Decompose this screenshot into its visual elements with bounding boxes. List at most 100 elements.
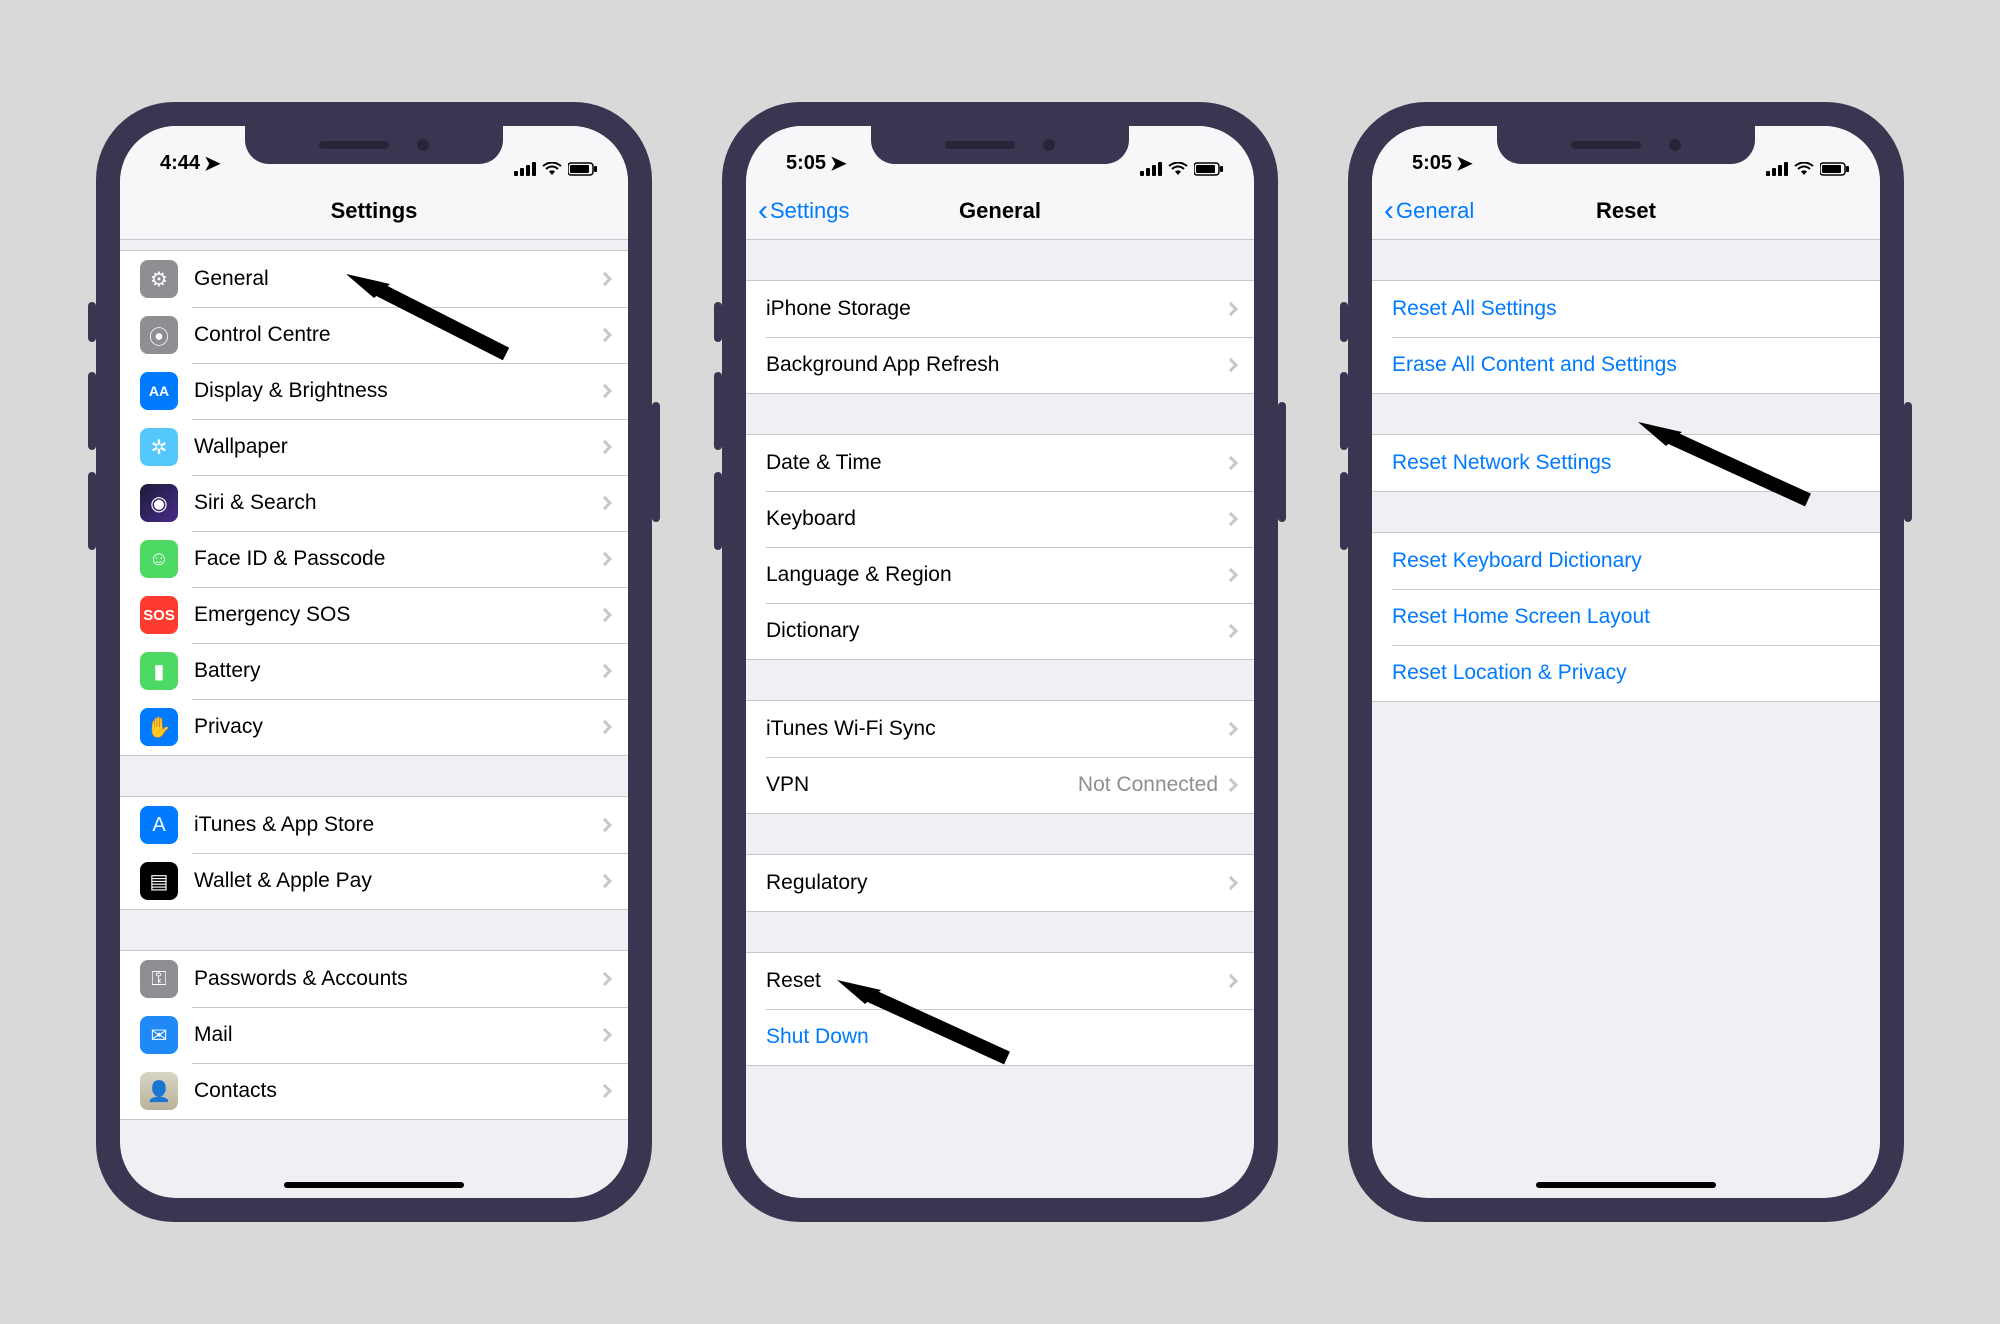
settings-row[interactable]: Erase All Content and Settings — [1372, 337, 1880, 393]
row-label: Reset All Settings — [1392, 297, 1862, 321]
battery-icon — [568, 162, 598, 176]
settings-row[interactable]: ▮Battery — [120, 643, 628, 699]
settings-row[interactable]: Language & Region — [746, 547, 1254, 603]
status-time: 5:05 — [1412, 152, 1452, 175]
mute-switch[interactable] — [714, 302, 722, 342]
location-icon: ➤ — [1456, 151, 1473, 176]
phone-settings: 4:44 ➤ Settings ⚙︎General⦿Control Centre… — [96, 102, 652, 1222]
chevron-right-icon — [1224, 512, 1238, 526]
settings-row[interactable]: Keyboard — [746, 491, 1254, 547]
notch — [1497, 126, 1755, 164]
settings-row[interactable]: iTunes Wi-Fi Sync — [746, 701, 1254, 757]
flower-icon: ✲ — [140, 428, 178, 466]
mute-switch[interactable] — [88, 302, 96, 342]
location-icon: ➤ — [204, 151, 221, 176]
chevron-right-icon — [598, 1028, 612, 1042]
back-button[interactable]: ‹ Settings — [758, 196, 850, 226]
settings-row[interactable]: Regulatory — [746, 855, 1254, 911]
settings-row[interactable]: Reset Keyboard Dictionary — [1372, 533, 1880, 589]
row-label: Reset Home Screen Layout — [1392, 605, 1862, 629]
volume-up-button[interactable] — [1340, 372, 1348, 450]
settings-row[interactable]: ⚙︎ General — [120, 251, 628, 307]
settings-row[interactable]: ✋ Privacy — [120, 699, 628, 755]
settings-row[interactable]: VPNNot Connected — [746, 757, 1254, 813]
settings-row[interactable]: ▤Wallet & Apple Pay — [120, 853, 628, 909]
settings-row[interactable]: AADisplay & Brightness — [120, 363, 628, 419]
volume-down-button[interactable] — [714, 472, 722, 550]
power-button[interactable] — [1278, 402, 1286, 522]
back-button[interactable]: ‹ General — [1384, 196, 1474, 226]
row-label: Background App Refresh — [766, 353, 1226, 377]
notch — [871, 126, 1129, 164]
power-button[interactable] — [652, 402, 660, 522]
nav-bar: ‹ Settings General — [746, 182, 1254, 240]
volume-down-button[interactable] — [1340, 472, 1348, 550]
settings-row[interactable]: iPhone Storage — [746, 281, 1254, 337]
row-label: iPhone Storage — [766, 297, 1226, 321]
appstore-icon: A — [140, 806, 178, 844]
settings-row[interactable]: Dictionary — [746, 603, 1254, 659]
general-list[interactable]: iPhone Storage Background App Refresh Dat… — [746, 240, 1254, 1066]
settings-row[interactable]: Reset All Settings — [1372, 281, 1880, 337]
row-label: Display & Brightness — [194, 379, 600, 403]
row-label: General — [194, 267, 600, 291]
mute-switch[interactable] — [1340, 302, 1348, 342]
sliders-icon: ⦿ — [140, 316, 178, 354]
row-label: iTunes & App Store — [194, 813, 600, 837]
chevron-right-icon — [1224, 876, 1238, 890]
settings-row[interactable]: Date & Time — [746, 435, 1254, 491]
chevron-right-icon — [1224, 722, 1238, 736]
screen: 4:44 ➤ Settings ⚙︎General⦿Control Centre… — [120, 126, 628, 1198]
cellular-icon — [1766, 162, 1788, 176]
battery-icon — [1820, 162, 1850, 176]
row-label: Date & Time — [766, 451, 1226, 475]
volume-down-button[interactable] — [88, 472, 96, 550]
settings-row[interactable]: Background App Refresh — [746, 337, 1254, 393]
row-label: Regulatory — [766, 871, 1226, 895]
settings-row[interactable]: Reset — [746, 953, 1254, 1009]
wallet-icon: ▤ — [140, 862, 178, 900]
chevron-right-icon — [598, 972, 612, 986]
row-label: Shut Down — [766, 1025, 1236, 1049]
reset-list[interactable]: Reset All Settings Erase All Content and … — [1372, 240, 1880, 702]
settings-row[interactable]: ◉Siri & Search — [120, 475, 628, 531]
chevron-right-icon — [598, 818, 612, 832]
row-label: Wallpaper — [194, 435, 600, 459]
settings-row[interactable]: 👤Contacts — [120, 1063, 628, 1119]
home-indicator[interactable] — [1536, 1182, 1716, 1188]
settings-row[interactable]: Reset Home Screen Layout — [1372, 589, 1880, 645]
screen: 5:05 ➤ ‹ Settings General iPhone Storage… — [746, 126, 1254, 1198]
volume-up-button[interactable] — [714, 372, 722, 450]
settings-row[interactable]: ✉Mail — [120, 1007, 628, 1063]
volume-up-button[interactable] — [88, 372, 96, 450]
row-label: Language & Region — [766, 563, 1226, 587]
chevron-right-icon — [1224, 358, 1238, 372]
settings-row[interactable]: ⦿Control Centre — [120, 307, 628, 363]
row-label: Privacy — [194, 715, 600, 739]
chevron-right-icon — [598, 328, 612, 342]
hand-icon: ✋ — [140, 708, 178, 746]
chevron-right-icon — [598, 874, 612, 888]
wifi-icon — [542, 162, 562, 176]
settings-row[interactable]: ☺Face ID & Passcode — [120, 531, 628, 587]
settings-row[interactable]: ✲ Wallpaper — [120, 419, 628, 475]
key-icon: ⚿ — [140, 960, 178, 998]
settings-row[interactable]: AiTunes & App Store — [120, 797, 628, 853]
settings-row[interactable]: Reset Location & Privacy — [1372, 645, 1880, 701]
sos-icon: SOS — [140, 596, 178, 634]
settings-list[interactable]: ⚙︎ General ⦿Control CentreAADisplay & Brig… — [120, 240, 628, 1120]
screen: 5:05 ➤ ‹ General Reset Reset All Setting… — [1372, 126, 1880, 1198]
settings-row[interactable]: Reset Network Settings — [1372, 435, 1880, 491]
gear-icon: ⚙︎ — [140, 260, 178, 298]
home-indicator[interactable] — [284, 1182, 464, 1188]
settings-row[interactable]: Shut Down — [746, 1009, 1254, 1065]
row-label: Passwords & Accounts — [194, 967, 600, 991]
settings-row[interactable]: SOSEmergency SOS — [120, 587, 628, 643]
chevron-right-icon — [598, 384, 612, 398]
row-value: Not Connected — [1078, 773, 1218, 797]
face-icon: ☺ — [140, 540, 178, 578]
row-label: Reset Network Settings — [1392, 451, 1862, 475]
settings-row[interactable]: ⚿ Passwords & Accounts — [120, 951, 628, 1007]
power-button[interactable] — [1904, 402, 1912, 522]
mail-icon: ✉ — [140, 1016, 178, 1054]
